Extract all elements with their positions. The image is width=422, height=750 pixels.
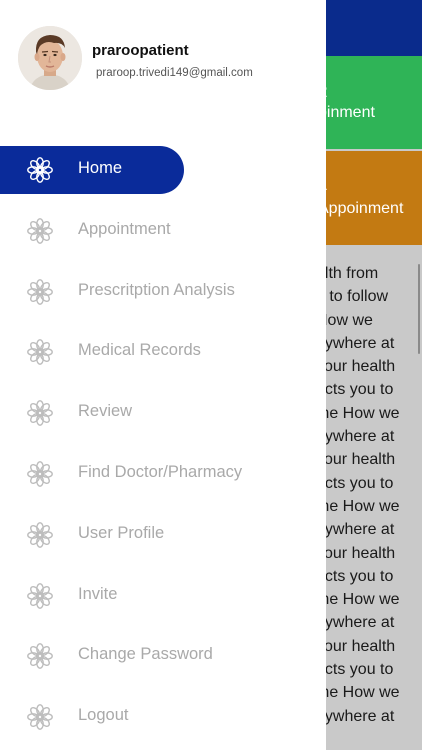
flower-icon (26, 217, 54, 245)
menu-item-label: Home (78, 159, 123, 177)
text-line: me How we (316, 591, 400, 609)
menu-item-label: User Profile (78, 523, 165, 542)
text-line: your health (316, 451, 396, 469)
flower-icon (26, 642, 54, 670)
menu-item-invite[interactable]: Invite (0, 572, 326, 620)
user-email: praroop.trivedi149@gmail.com (96, 67, 253, 79)
flower-icon (26, 703, 54, 731)
flower-icon (26, 278, 54, 306)
menu-item-logout[interactable]: Logout (0, 693, 326, 741)
text-line: nywhere at (316, 334, 395, 352)
flower-icon (26, 582, 54, 610)
menu-item-label: Logout (78, 706, 129, 725)
menu-item-label: Invite (78, 584, 118, 603)
menu-item-find-doctor-pharmacy[interactable]: Find Doctor/Pharmacy (0, 450, 326, 498)
text-line: How we (316, 311, 373, 329)
text-line: acts you to (316, 381, 394, 399)
menu-item-label: Review (78, 402, 133, 421)
menu-item-label: Prescritption Analysis (78, 280, 235, 299)
text-line: acts you to (316, 661, 394, 679)
health-description-text: alth from u to follow How we nywhere at you… (316, 262, 422, 732)
tile-label: Appoinment (318, 200, 404, 217)
menu-item-prescritption-analysis[interactable]: Prescritption Analysis (0, 268, 326, 316)
user-profile-header: praroopatient praroop.trivedi149@gmail.c… (0, 0, 326, 110)
menu-item-label: Change Password (78, 645, 213, 664)
menu-item-label: Find Doctor/Pharmacy (78, 463, 243, 481)
menu-item-review[interactable]: Review (0, 389, 326, 437)
menu-item-label: Appointment (78, 219, 171, 238)
text-line: me How we (316, 404, 400, 422)
text-line: nywhere at (316, 428, 395, 446)
flower-icon (26, 156, 54, 184)
text-line: me How we (316, 684, 400, 702)
menu-item-change-password[interactable]: Change Password (0, 632, 326, 680)
text-line: your health (316, 358, 396, 376)
menu-item-appointment[interactable]: Appointment (0, 207, 326, 255)
avatar-image (18, 26, 82, 90)
text-line: your health (316, 544, 396, 562)
text-line: me How we (316, 497, 400, 515)
flower-icon (26, 338, 54, 366)
menu-item-medical-records[interactable]: Medical Records (0, 328, 326, 376)
text-line: acts you to (316, 474, 394, 492)
text-line: alth from (316, 265, 379, 282)
navigation-drawer: praroopatient praroop.trivedi149@gmail.c… (0, 0, 326, 750)
text-line: nywhere at (316, 521, 395, 539)
flower-icon (26, 521, 54, 549)
avatar (18, 26, 82, 90)
menu-item-label: Medical Records (78, 341, 201, 360)
tile-label: pinment (318, 104, 375, 121)
flower-icon (26, 460, 54, 488)
menu-item-user-profile[interactable]: User Profile (0, 511, 326, 559)
flower-icon (26, 399, 54, 427)
text-line: nywhere at (316, 614, 395, 632)
text-line: u to follow (316, 288, 389, 306)
scrollbar[interactable] (418, 264, 420, 354)
text-line: your health (316, 637, 396, 655)
user-name: praroopatient (92, 42, 189, 59)
text-line: acts you to (316, 567, 394, 585)
text-line: nywhere at (316, 707, 395, 725)
menu-item-home[interactable]: Home (0, 146, 184, 194)
